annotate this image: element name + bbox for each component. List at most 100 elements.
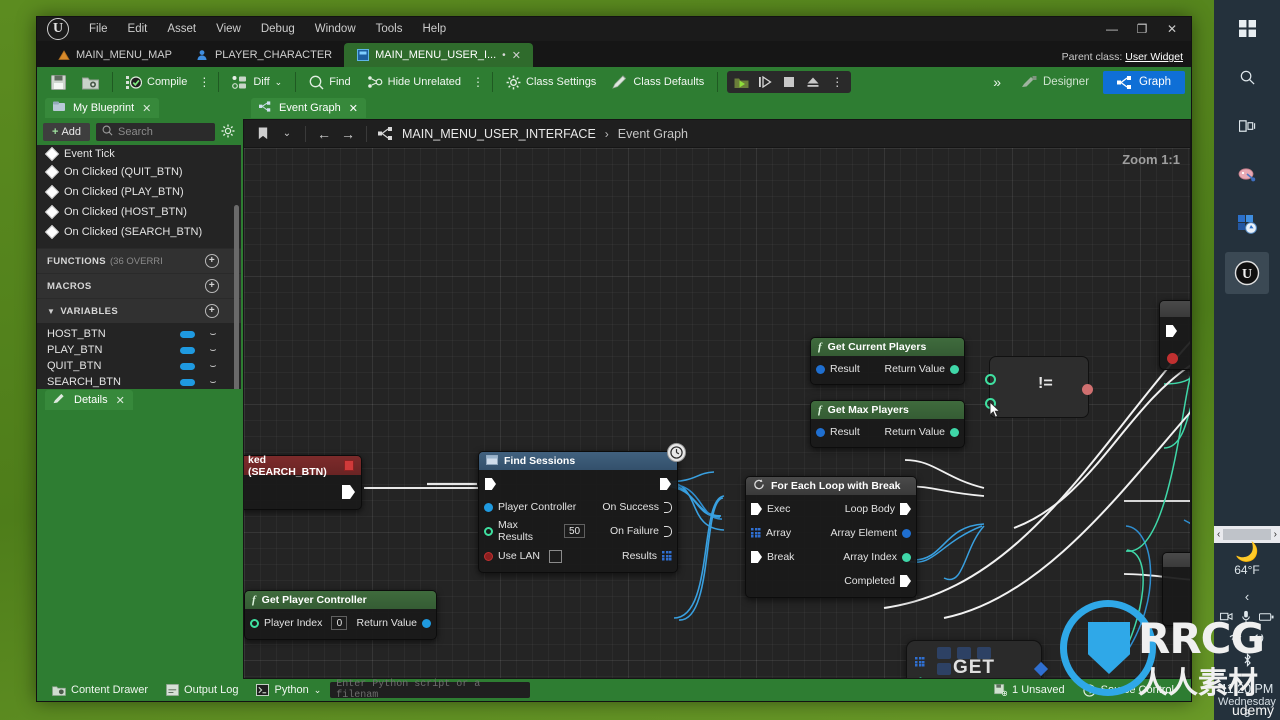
- bool-in-pin[interactable]: [1167, 353, 1178, 364]
- search-icon[interactable]: [1225, 56, 1269, 98]
- paint-icon[interactable]: [1225, 154, 1269, 196]
- pin-row-on-failure[interactable]: On Failure: [585, 522, 677, 540]
- python-dropdown[interactable]: Python ⌄: [247, 684, 330, 696]
- battery-icon[interactable]: [1258, 612, 1274, 625]
- pin-row-completed[interactable]: Completed: [820, 572, 916, 590]
- exec-out-pin[interactable]: [342, 485, 355, 499]
- unsaved-indicator[interactable]: 1 Unsaved: [985, 684, 1074, 696]
- index-in-pin[interactable]: [912, 676, 929, 678]
- list-item-on-clicked-search[interactable]: On Clicked (SEARCH_BTN): [37, 222, 241, 242]
- eye-icon[interactable]: ⌣: [195, 360, 231, 373]
- tray-scroll-left[interactable]: ‹: [1217, 529, 1220, 540]
- weather-temperature[interactable]: 64°F: [1234, 563, 1259, 577]
- pin-row-max-results[interactable]: Max Results 50: [479, 519, 585, 543]
- tray-scroll-right[interactable]: ›: [1274, 529, 1277, 540]
- pin-row-result[interactable]: Result: [811, 423, 865, 441]
- bluetooth-icon[interactable]: [1242, 653, 1253, 670]
- output-log-button[interactable]: Output Log: [157, 684, 247, 696]
- menu-asset[interactable]: Asset: [157, 20, 206, 38]
- tray-clock-time[interactable]: 11:20 PM: [1221, 682, 1274, 696]
- int-pin[interactable]: [484, 526, 493, 536]
- close-icon[interactable]: ✕: [349, 102, 358, 115]
- content-drawer-button[interactable]: Content Drawer: [43, 684, 157, 696]
- node-get-max-players[interactable]: f Get Max Players Result Return Value: [810, 400, 965, 448]
- chevron-down-icon[interactable]: ⌄: [314, 685, 322, 696]
- section-macros[interactable]: MACROS +: [37, 273, 241, 298]
- tray-scroll-thumb[interactable]: [1223, 529, 1271, 540]
- moon-icon[interactable]: 🌙: [1235, 543, 1259, 562]
- node-get-current-players[interactable]: f Get Current Players Result Return Valu…: [810, 337, 965, 385]
- exec-out-pin[interactable]: [660, 478, 671, 490]
- breadcrumb-item-event-graph[interactable]: Event Graph: [614, 127, 692, 141]
- close-icon[interactable]: ✕: [116, 394, 125, 407]
- python-command-input[interactable]: Enter Python script or a filenam: [330, 679, 531, 701]
- graph-mode-button[interactable]: Graph: [1103, 70, 1185, 94]
- windows-start-icon[interactable]: [1225, 7, 1269, 49]
- node-right-edge-exec[interactable]: [1159, 300, 1190, 370]
- exec-in-pin[interactable]: [485, 478, 496, 490]
- microphone-icon[interactable]: [1241, 610, 1251, 626]
- diff-button[interactable]: Diff ⌄: [224, 70, 290, 94]
- menu-view[interactable]: View: [206, 20, 251, 38]
- section-variables[interactable]: ▼ VARIABLES +: [37, 298, 241, 323]
- menu-tools[interactable]: Tools: [366, 20, 413, 38]
- list-item-on-clicked-host[interactable]: On Clicked (HOST_BTN): [37, 202, 241, 222]
- menu-debug[interactable]: Debug: [251, 20, 305, 38]
- pin-row-break[interactable]: Break: [746, 548, 820, 566]
- list-item-on-clicked-play[interactable]: On Clicked (PLAY_BTN): [37, 182, 241, 202]
- unreal-logo-icon[interactable]: U: [37, 17, 79, 41]
- bool-pin[interactable]: [484, 551, 493, 561]
- node-event-on-clicked-search-btn[interactable]: ked (SEARCH_BTN): [244, 454, 362, 510]
- find-button[interactable]: Find: [301, 70, 358, 94]
- close-button[interactable]: ✕: [1157, 17, 1187, 41]
- object-pin[interactable]: [902, 528, 911, 538]
- minimize-button[interactable]: —: [1097, 17, 1127, 41]
- player-index-value[interactable]: 0: [331, 616, 348, 630]
- exec-in-pin[interactable]: [751, 551, 762, 563]
- pin-row-loop-body[interactable]: Loop Body: [820, 500, 916, 518]
- pin-row-result[interactable]: Result: [811, 360, 865, 378]
- int-pin[interactable]: [950, 364, 959, 374]
- exec-out-pin[interactable]: [900, 503, 911, 515]
- array-in-pin[interactable]: [915, 657, 925, 667]
- pin-row-player-controller[interactable]: Player Controller: [479, 498, 585, 516]
- int-pin[interactable]: [950, 427, 959, 437]
- camera-icon[interactable]: [1220, 611, 1233, 625]
- int-pin[interactable]: [250, 618, 259, 628]
- list-item-on-clicked-quit[interactable]: On Clicked (QUIT_BTN): [37, 162, 241, 182]
- asset-tab-player-character[interactable]: PLAYER_CHARACTER: [184, 43, 344, 67]
- maximize-button[interactable]: ❐: [1127, 17, 1157, 41]
- variable-row-quit-btn[interactable]: QUIT_BTN ⌣: [37, 358, 241, 374]
- play-options-kebab[interactable]: ⋮: [825, 71, 849, 93]
- pin-row-return-value[interactable]: Return Value: [351, 614, 436, 632]
- compile-options-kebab[interactable]: ⋮: [195, 75, 213, 89]
- tray-scroll-strip[interactable]: ‹ ›: [1214, 526, 1280, 543]
- browse-button[interactable]: [74, 70, 107, 94]
- unreal-engine-icon[interactable]: U: [1225, 252, 1269, 294]
- gear-icon[interactable]: [221, 124, 235, 141]
- pin-row-array[interactable]: Array: [746, 524, 820, 542]
- add-variable-button[interactable]: +: [205, 304, 219, 318]
- volume-icon[interactable]: [1251, 632, 1265, 647]
- hide-unrelated-kebab[interactable]: ⋮: [469, 75, 487, 89]
- object-pin[interactable]: [816, 427, 825, 437]
- asset-tab-main-menu-user-interface[interactable]: MAIN_MENU_USER_I... • ✕: [344, 43, 533, 67]
- chevron-down-icon[interactable]: ▼: [47, 307, 55, 316]
- tray-expand-icon[interactable]: ‹: [1245, 589, 1249, 604]
- max-results-value[interactable]: 50: [564, 524, 585, 538]
- variable-row-play-btn[interactable]: PLAY_BTN ⌣: [37, 342, 241, 358]
- asset-tab-main-menu-map[interactable]: MAIN_MENU_MAP: [45, 43, 184, 67]
- pin-row-on-success[interactable]: On Success: [585, 498, 677, 516]
- save-button[interactable]: [43, 70, 74, 94]
- step-icon[interactable]: [753, 71, 777, 93]
- node-find-sessions[interactable]: Find Sessions Player Controller Max Resu…: [478, 443, 686, 573]
- back-button[interactable]: ←: [313, 123, 335, 145]
- close-icon[interactable]: ✕: [142, 102, 151, 115]
- task-view-icon[interactable]: [1225, 105, 1269, 147]
- use-lan-checkbox[interactable]: [549, 549, 563, 563]
- wifi-icon[interactable]: [1229, 632, 1243, 647]
- pin-row-use-lan[interactable]: Use LAN: [479, 547, 585, 565]
- variable-row-host-btn[interactable]: HOST_BTN ⌣: [37, 326, 241, 342]
- source-control-button[interactable]: Source Control: [1074, 683, 1183, 697]
- event-graph-viewport[interactable]: ⌄ ← → MAIN_MENU_USER_INTERFACE › Event G…: [243, 119, 1191, 679]
